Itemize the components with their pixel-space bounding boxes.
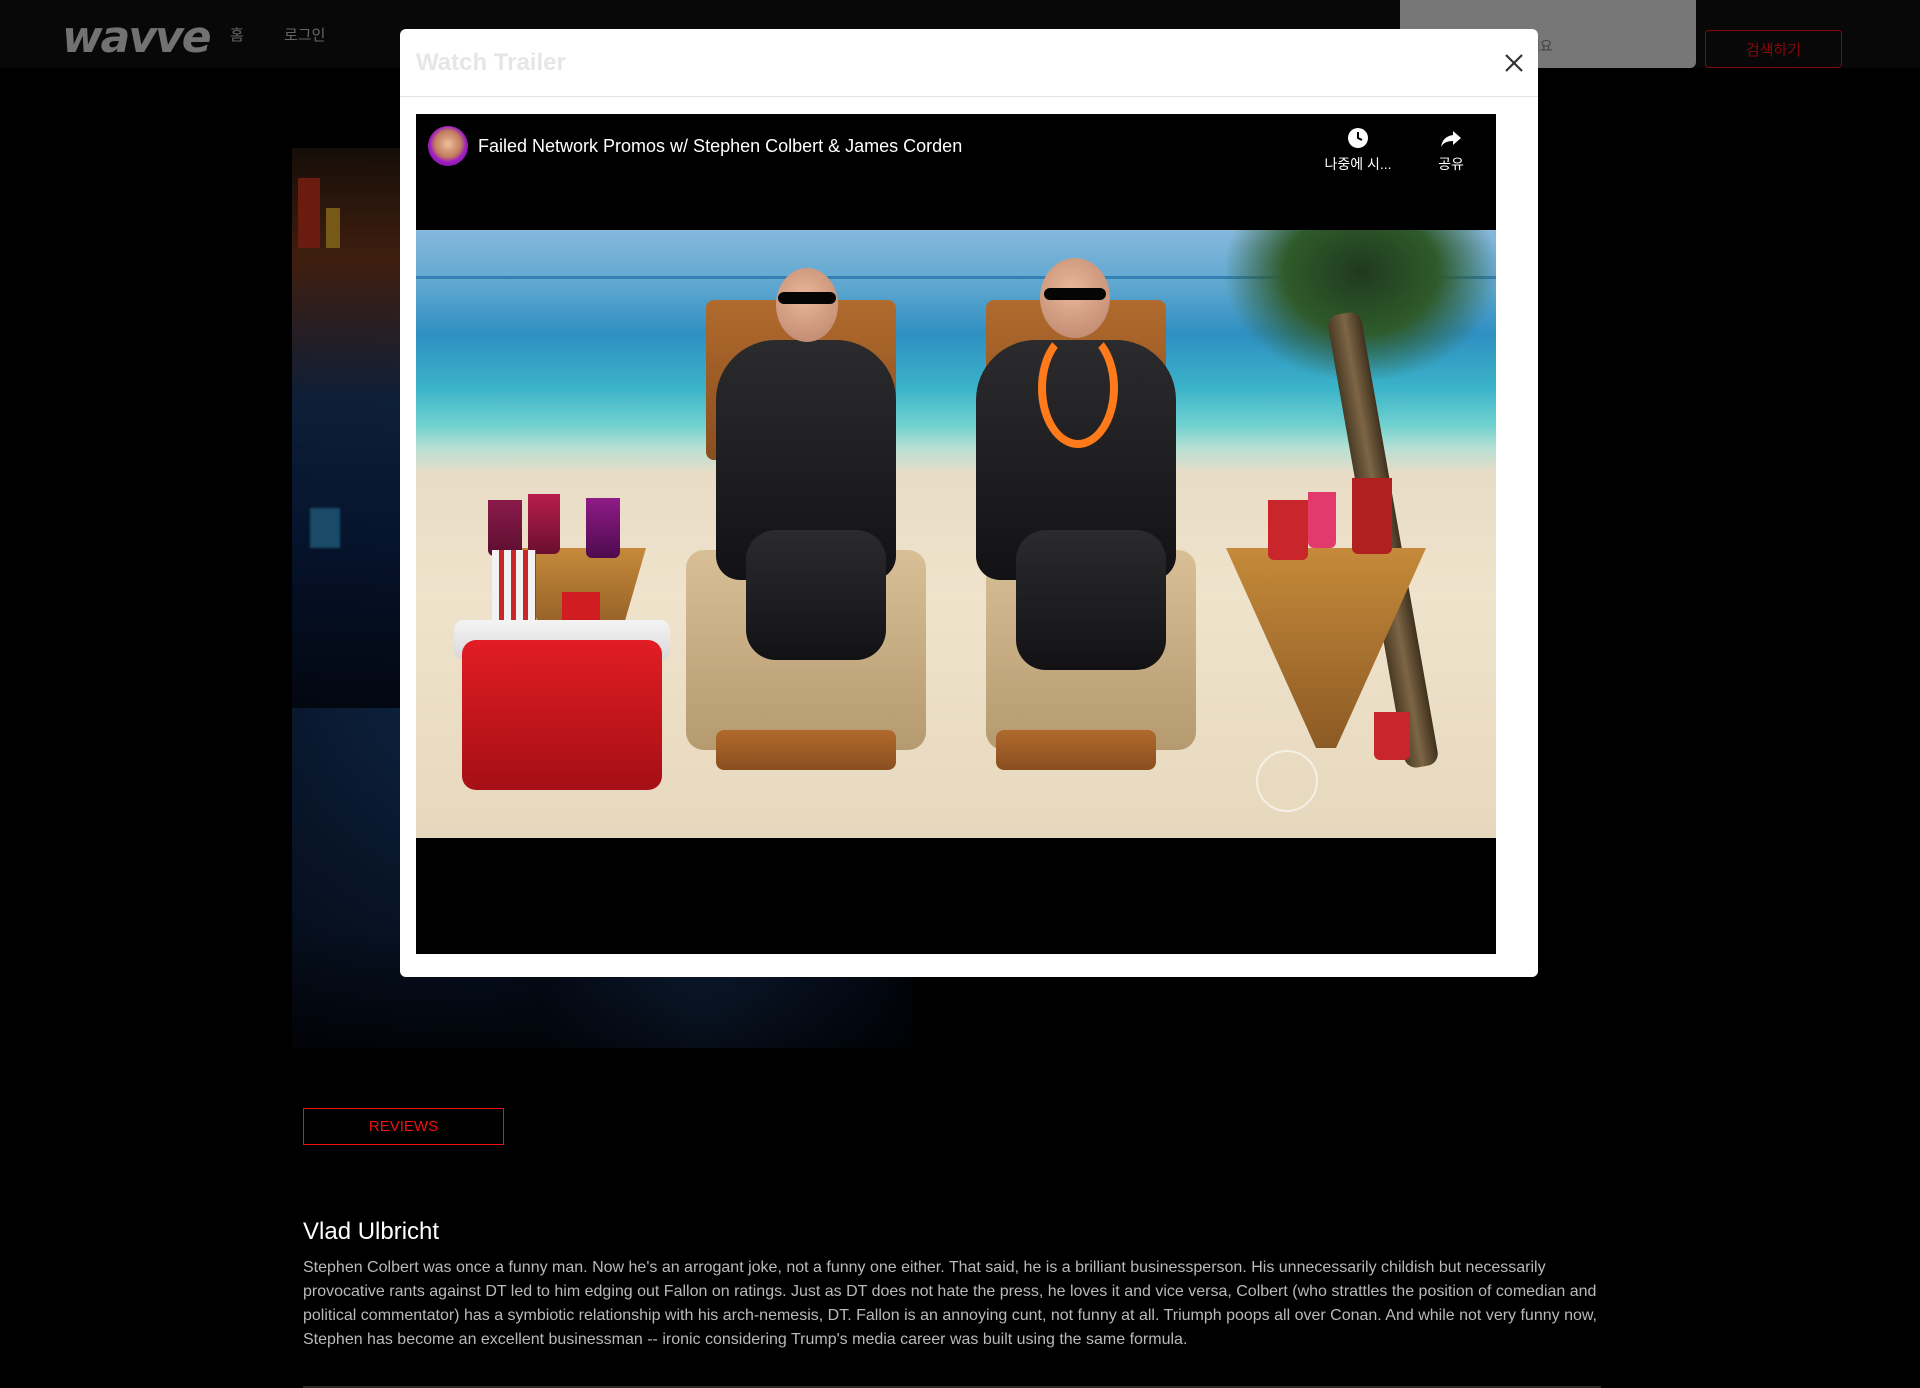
reviews-button[interactable]: REVIEWS	[303, 1108, 504, 1145]
chair-legs	[716, 730, 896, 770]
clock-icon	[1348, 128, 1368, 148]
review-author: Vlad Ulbricht	[303, 1218, 440, 1245]
channel-avatar[interactable]	[428, 126, 468, 166]
youtube-video-player[interactable]: Failed Network Promos w/ Stephen Colbert…	[416, 114, 1496, 954]
close-icon	[1505, 54, 1523, 72]
flower-lei	[1038, 328, 1118, 448]
sunglasses	[778, 292, 836, 304]
drink-cup	[1352, 478, 1392, 554]
video-frame[interactable]	[416, 230, 1496, 838]
drink-cup	[1268, 500, 1308, 560]
video-title[interactable]: Failed Network Promos w/ Stephen Colbert…	[478, 136, 962, 157]
watch-later-button[interactable]: 나중에 시...	[1316, 126, 1400, 174]
sunglasses	[1044, 288, 1106, 300]
share-label: 공유	[1438, 156, 1464, 172]
share-arrow-icon	[1441, 131, 1461, 147]
modal-title: Watch Trailer	[416, 49, 566, 76]
drink-cup	[1374, 712, 1410, 760]
player-top-bar: Failed Network Promos w/ Stephen Colbert…	[416, 114, 1496, 230]
drink-cup	[1308, 492, 1336, 548]
modal-header: Watch Trailer	[400, 29, 1538, 97]
person-left-legs	[746, 530, 886, 660]
trailer-modal: Watch Trailer Failed Network Promos w/ S…	[400, 29, 1538, 977]
person-right-legs	[1016, 530, 1166, 670]
close-button[interactable]	[1500, 49, 1528, 77]
drink-cup	[528, 494, 560, 554]
chair-legs	[996, 730, 1156, 770]
review-text: Stephen Colbert was once a funny man. No…	[303, 1259, 1597, 1348]
drink-cup	[492, 550, 536, 630]
head-left	[776, 268, 838, 342]
share-button[interactable]: 공유	[1416, 126, 1486, 174]
drink-cup	[586, 498, 620, 558]
red-cooler	[462, 640, 662, 790]
cbs-eye-watermark-icon	[1256, 750, 1318, 812]
watch-later-label: 나중에 시...	[1324, 156, 1392, 172]
drink-cup	[488, 500, 522, 556]
